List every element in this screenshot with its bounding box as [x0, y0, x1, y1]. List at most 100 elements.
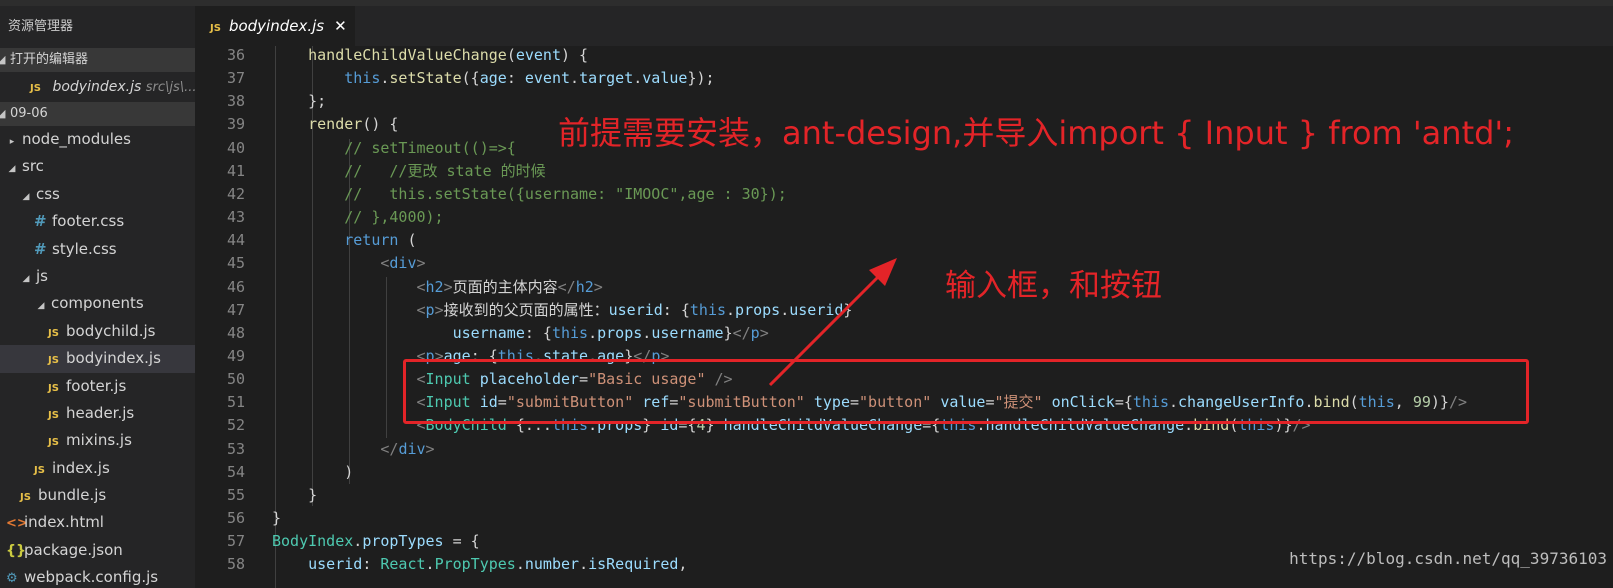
tree-item-bundle-js[interactable]: JS bundle.js — [0, 482, 195, 509]
chevron-down-icon: ◢ — [8, 164, 16, 175]
line-code: userid: React.PropTypes.number.isRequire… — [308, 555, 688, 574]
tree-item-label: components — [51, 294, 144, 313]
close-icon[interactable]: ✕ — [334, 17, 347, 35]
chevron-right-icon: ▸ — [9, 137, 15, 147]
code-line: 46 <h2>页面的主体内容</h2> — [195, 276, 1613, 299]
tree-item-label: header.js — [66, 403, 135, 422]
annotation-install-note: 前提需要安装，ant-design,并导入import { Input } fr… — [558, 114, 1515, 152]
tree-item-src[interactable]: ◢ src — [0, 153, 195, 180]
tree-item-footer-js[interactable]: JS footer.js — [0, 373, 195, 400]
open-editors-header[interactable]: ◢ 打开的编辑器 — [0, 48, 195, 72]
js-file-icon: JS — [48, 327, 59, 339]
config-file-icon: ⚙ — [6, 571, 18, 587]
line-number: 45 — [226, 254, 245, 273]
tree-item-node-modules[interactable]: ▸ node_modules — [0, 126, 195, 153]
tree-item-footer-css[interactable]: # footer.css — [0, 208, 195, 235]
tree-item-label: bodychild.js — [66, 321, 156, 340]
chevron-down-icon: ◢ — [22, 273, 30, 284]
tree-item-label: js — [36, 266, 48, 285]
open-editor-path: src\js\... — [145, 80, 195, 95]
tree-item-index-html[interactable]: <>index.html — [0, 509, 195, 536]
line-number: 46 — [226, 277, 245, 296]
line-code: <div> — [380, 254, 426, 273]
code-line: 43 // },4000); — [195, 206, 1613, 229]
tree-item-label: footer.css — [52, 212, 125, 231]
code-line: 44 return ( — [195, 229, 1613, 252]
line-number: 40 — [226, 138, 245, 157]
line-code: // this.setState({username: "IMOOC",age … — [344, 184, 787, 203]
line-number: 37 — [226, 69, 245, 88]
tree-item-header-js[interactable]: JS header.js — [0, 400, 195, 427]
line-number: 48 — [226, 323, 245, 342]
explorer-title: 资源管理器 — [8, 19, 74, 34]
line-code: this.setState({age: event.target.value})… — [344, 69, 715, 88]
tree-item-mixins-js[interactable]: JS mixins.js — [0, 427, 195, 454]
code-line: 55 } — [195, 484, 1613, 507]
line-number: 54 — [226, 462, 245, 481]
chevron-down-icon: ◢ — [22, 191, 30, 202]
js-file-icon: JS — [48, 437, 59, 449]
line-code: // },4000); — [344, 208, 444, 227]
line-number: 50 — [226, 370, 245, 389]
line-number: 53 — [226, 439, 245, 458]
line-code: } — [272, 509, 282, 527]
tree-item-label: mixins.js — [66, 431, 132, 450]
line-number: 43 — [226, 208, 245, 227]
folder-header[interactable]: ◢ 09-06 — [0, 102, 195, 126]
tab-bodyindex-js[interactable]: JS bodyindex.js ✕ — [195, 6, 355, 46]
watermark: https://blog.csdn.net/qq_39736103 — [1289, 549, 1607, 568]
code-line: 37 this.setState({age: event.target.valu… — [195, 67, 1613, 90]
editor-tab-bar: JS bodyindex.js ✕ — [195, 6, 1613, 46]
html-file-icon: <> — [6, 516, 28, 532]
line-number: 58 — [226, 555, 245, 574]
line-number: 36 — [226, 46, 245, 64]
line-code: } — [272, 485, 318, 504]
file-tree: ▸ node_modules ◢ src ◢ css # footer.css # sty… — [0, 126, 195, 588]
js-file-icon: JS — [30, 83, 41, 94]
line-code: // setTimeout(()=>{ — [344, 138, 516, 157]
tree-item-css[interactable]: ◢ css — [0, 181, 195, 208]
js-file-icon: JS — [48, 382, 59, 394]
explorer-sidebar: 资源管理器 ◢ 打开的编辑器 JS bodyindex.js src\js\..… — [0, 6, 195, 588]
css-file-icon: # — [34, 212, 47, 231]
tree-item-label: index.html — [24, 513, 104, 532]
line-code: render() { — [308, 115, 399, 134]
js-file-icon: JS — [48, 355, 59, 367]
line-code: handleChildValueChange(event) { — [308, 46, 589, 64]
code-line: 45 <div> — [195, 252, 1613, 275]
tree-item-style-css[interactable]: # style.css — [0, 236, 195, 263]
annotation-input-note: 输入框，和按钮 — [945, 268, 1162, 304]
js-file-icon: JS — [34, 464, 45, 476]
open-editor-item[interactable]: JS bodyindex.js src\js\... — [0, 72, 195, 102]
tree-item-js[interactable]: ◢ js — [0, 263, 195, 290]
line-number: 39 — [226, 115, 245, 134]
line-number: 47 — [226, 300, 245, 319]
open-editors-label: 打开的编辑器 — [10, 52, 89, 67]
tree-item-label: package.json — [24, 540, 123, 559]
line-number: 42 — [226, 184, 245, 203]
chevron-down-icon: ◢ — [37, 301, 45, 312]
code-line: 48 username: {this.props.username}</p> — [195, 322, 1613, 345]
line-number: 57 — [226, 532, 245, 551]
js-file-icon: JS — [48, 409, 59, 421]
line-number: 56 — [226, 509, 245, 527]
line-number: 51 — [226, 393, 245, 412]
chevron-down-icon: ◢ — [0, 107, 6, 120]
tree-item-bodyindex-js[interactable]: JS bodyindex.js — [0, 345, 195, 373]
code-line: 41 // //更改 state 的时候 — [195, 160, 1613, 183]
json-file-icon: {} — [6, 542, 26, 559]
line-number: 44 — [226, 231, 245, 250]
line-code: <h2>页面的主体内容</h2> — [416, 277, 603, 296]
folder-label: 09-06 — [10, 106, 48, 121]
line-code: // //更改 state 的时候 — [344, 161, 546, 180]
js-file-icon: JS — [210, 23, 221, 34]
tree-item-index-js[interactable]: JS index.js — [0, 455, 195, 482]
code-line: 42 // this.setState({username: "IMOOC",a… — [195, 183, 1613, 206]
tree-item-label: style.css — [52, 239, 117, 258]
tree-item-webpack-config[interactable]: ⚙ webpack.config.js — [0, 564, 195, 588]
tree-item-components[interactable]: ◢ components — [0, 290, 195, 317]
code-line: 54 ) — [195, 461, 1613, 484]
tree-item-package-json[interactable]: {}package.json — [0, 537, 195, 564]
highlight-box — [403, 359, 1529, 424]
tree-item-bodychild-js[interactable]: JS bodychild.js — [0, 318, 195, 345]
